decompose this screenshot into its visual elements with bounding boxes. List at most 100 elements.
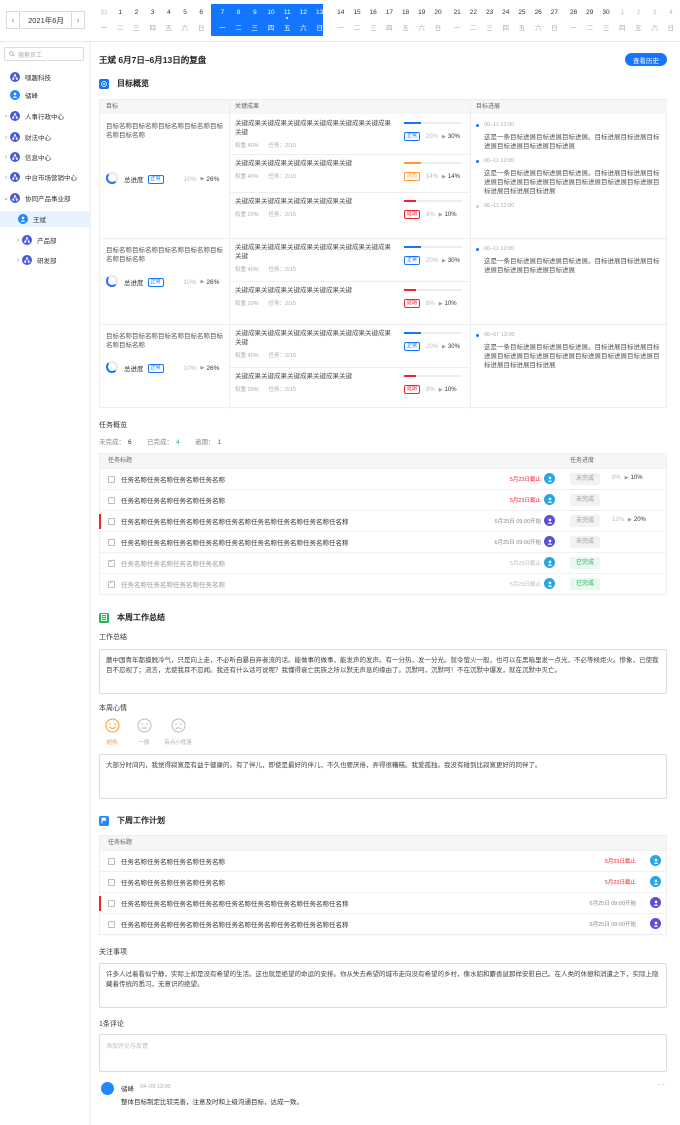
day-cell[interactable]: 3四 [145, 4, 161, 36]
day-cell[interactable]: 17 四 [381, 4, 397, 36]
day-number: 3 [150, 9, 155, 16]
day-cell[interactable]: 7一 [214, 4, 230, 36]
sidebar-item[interactable]: › 信息中心 [0, 149, 89, 165]
day-cell[interactable]: 3六 [647, 4, 663, 36]
prev-month-button[interactable]: ‹ [6, 11, 20, 29]
day-cell[interactable]: 18 五 [398, 4, 414, 36]
comment-input[interactable]: 添加评论与反馈 [99, 1034, 667, 1072]
mood-option[interactable]: 一般 [129, 718, 159, 746]
mood-option[interactable]: 有点小低落 [163, 718, 193, 746]
day-cell[interactable]: 23 三 [482, 4, 498, 36]
day-cell[interactable]: 29 二 [582, 4, 598, 36]
day-cell[interactable]: 27 日 [546, 4, 562, 36]
day-number: 3 [652, 9, 657, 16]
progress-column-header: 目标进展 [470, 100, 667, 114]
sidebar-item[interactable]: › 财法中心 [0, 129, 89, 145]
sidebar-item[interactable]: 嘿趣科技 [0, 69, 89, 85]
day-cell[interactable]: 25 五 [514, 4, 530, 36]
status-badge: 正常 [147, 277, 164, 287]
goals-section-title: 目标概览 [117, 79, 149, 88]
day-cell[interactable]: 19 六 [414, 4, 430, 36]
day-cell[interactable]: 28 一 [566, 4, 582, 36]
today-dot [286, 17, 289, 19]
day-cell[interactable]: 5六 [177, 4, 193, 36]
search-input[interactable]: 搜索员工 [4, 47, 84, 61]
day-cell[interactable]: 10 四 [263, 4, 279, 36]
day-cell[interactable]: 22 二 [465, 4, 481, 36]
task-checkbox[interactable] [108, 539, 115, 546]
task-checkbox[interactable] [108, 476, 115, 483]
task-row[interactable]: 任务名称任务名称任务名称任务名称 5月23日截止 未完成 8% ▶ 10% [100, 468, 666, 489]
task-progress-column: 任务进度 [570, 458, 595, 464]
mood-textarea[interactable]: 大部分时间内，我觉得寂寞是有益于健康的。有了伴儿，即使是最好的伴儿，不久也要厌倦… [99, 754, 667, 799]
current-percent: 10% [444, 386, 457, 393]
day-cell[interactable]: 8二 [231, 4, 247, 36]
previous-percent: 14% [426, 173, 439, 180]
task-row[interactable]: 任务名称任务名称任务名称任务名称任务名称任务名称任务名称任务名称任名称 6月25日… [99, 510, 666, 531]
day-cell[interactable]: 11 五 [279, 4, 295, 36]
day-cell[interactable]: 1四 [614, 4, 630, 36]
plan-row[interactable]: 任务名称任务名称任务名称任务名称任务名称任务名称任务名称任务名称任名称 6月25日… [100, 913, 666, 934]
plan-row[interactable]: 任务名称任务名称任务名称任务名称 5月23日截止 [100, 850, 666, 871]
task-row[interactable]: 任务名称任务名称任务名称任务名称 5月23日截止 已完成 [100, 573, 666, 594]
task-checkbox[interactable] [108, 579, 115, 588]
day-cell[interactable]: 31 一 [96, 4, 112, 36]
day-cell[interactable]: 9三 [247, 4, 263, 36]
task-date: 6月25日 09:00开始 [589, 922, 636, 928]
task-checkbox[interactable] [108, 558, 115, 567]
view-history-button[interactable]: 查看历史 [625, 53, 667, 66]
sidebar-item[interactable]: › 人事行政中心 [0, 108, 89, 124]
day-cell[interactable]: 2五 [630, 4, 646, 36]
day-cell[interactable]: 16 三 [365, 4, 381, 36]
comment-count: 1条评论 [99, 1021, 124, 1028]
task-checkbox[interactable] [108, 921, 115, 928]
progress-time: 06–11 12:00 [484, 158, 515, 164]
status-badge: 延期 [404, 210, 421, 219]
task-row[interactable]: 任务名称任务名称任务名称任务名称 5月23日截止 已完成 [100, 552, 666, 573]
day-cell[interactable]: 1二 [112, 4, 128, 36]
day-cell[interactable]: 2三 [128, 4, 144, 36]
arrow-right-icon: ▶ [200, 176, 205, 182]
plan-row[interactable]: 任务名称任务名称任务名称任务名称任务名称任务名称任务名称任务名称任名称 6月25日… [99, 892, 666, 913]
next-month-button[interactable]: › [71, 11, 85, 29]
work-summary-textarea[interactable]: 蘑中国青年都摸脱冷气，只是向上走，不必听自暴自弃者流的话。能做事的做事，能发声的… [99, 649, 667, 694]
day-cell[interactable]: 26 六 [530, 4, 546, 36]
day-cell[interactable]: 20 日 [430, 4, 446, 36]
sidebar-item[interactable]: 王斌 [0, 211, 89, 227]
notes-textarea[interactable]: 许多人过着看似宁静，实际上却是没有希望的生活。这也就是绝望的命运的安排。你从失去… [99, 963, 667, 1008]
day-number: 7 [220, 9, 225, 16]
day-cell[interactable]: 4五 [161, 4, 177, 36]
month-label[interactable]: 2021年6月 [21, 11, 71, 29]
task-checkbox[interactable] [108, 858, 115, 865]
task-checkbox[interactable] [108, 518, 115, 525]
avatar [544, 557, 555, 568]
status-badge: 延期 [404, 385, 421, 394]
day-cell[interactable]: 4日 [663, 4, 679, 36]
sidebar-item[interactable]: › 中台市场营销中心 [0, 169, 89, 185]
kr-weight: 权重 40% [235, 353, 259, 359]
kr-column-header: 关键成果 [229, 100, 470, 114]
task-checkbox[interactable] [108, 497, 115, 504]
mood-option[interactable]: 超热 [97, 718, 127, 746]
progress-time: 06–07 12:00 [484, 332, 515, 338]
day-cell[interactable]: 24 四 [498, 4, 514, 36]
sidebar-item[interactable]: › 研发部 [0, 252, 89, 268]
task-checkbox[interactable] [108, 879, 115, 886]
day-cell[interactable]: 12 六 [295, 4, 311, 36]
task-checkbox[interactable] [108, 900, 115, 907]
day-cell[interactable]: 15 二 [349, 4, 365, 36]
sidebar-item[interactable]: › 产品部 [0, 232, 89, 248]
day-cell[interactable]: 30 三 [598, 4, 614, 36]
sidebar-item[interactable]: 储峰 [0, 87, 89, 103]
more-icon[interactable]: ··· [657, 1080, 665, 1089]
plan-row[interactable]: 任务名称任务名称任务名称任务名称 5月23日截止 [100, 871, 666, 892]
day-cell[interactable]: 21 一 [449, 4, 465, 36]
task-date: 5月23日截止 [604, 859, 636, 865]
day-cell[interactable]: 6日 [193, 4, 209, 36]
task-row[interactable]: 任务名称任务名称任务名称任务名称任务名称任务名称任务名称任务名称任名称 6月25日… [100, 531, 666, 552]
day-cell[interactable]: 14 一 [333, 4, 349, 36]
goal-total-progress: 总进度 正常 10% ▶ 26% [124, 174, 219, 184]
task-row[interactable]: 任务名称任务名称任务名称任务名称 5月23日截止 未完成 [100, 489, 666, 510]
sidebar-item[interactable]: ⌄ 协同产品事业部 [0, 190, 89, 206]
day-cell[interactable]: 13 日 [312, 4, 328, 36]
